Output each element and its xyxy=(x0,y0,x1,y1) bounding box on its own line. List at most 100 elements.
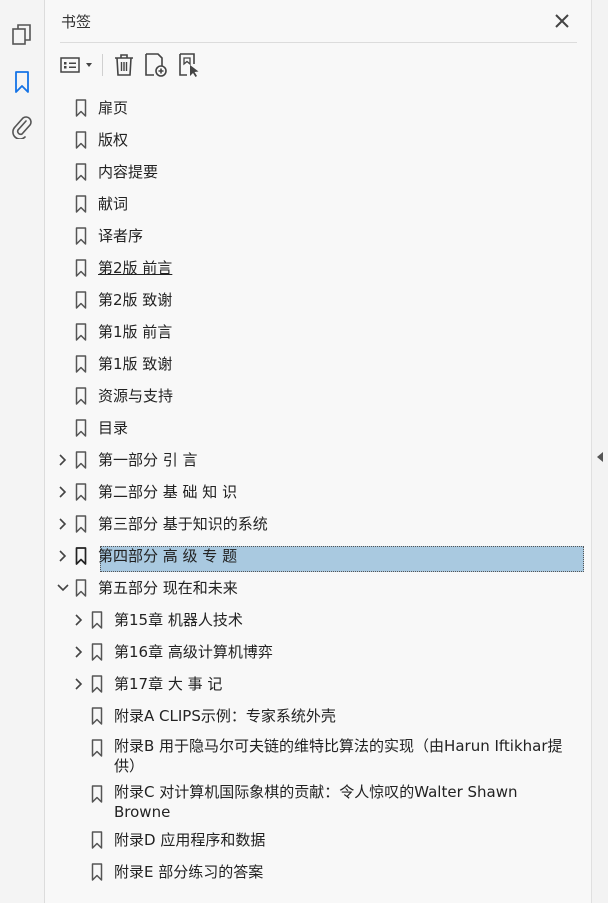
collapse-chevron-icon[interactable] xyxy=(56,578,70,598)
bookmark-label: 版权 xyxy=(98,131,129,149)
bookmark-item[interactable]: 版权 xyxy=(45,124,591,156)
bookmark-item[interactable]: 第1版 致谢 xyxy=(45,348,591,380)
bookmark-icon xyxy=(74,386,88,406)
bookmark-item[interactable]: 第1版 前言 xyxy=(45,316,591,348)
bookmark-item[interactable]: 献词 xyxy=(45,188,591,220)
bookmark-icon xyxy=(74,578,88,598)
bookmark-label: 附录D 应用程序和数据 xyxy=(114,831,266,849)
bookmark-item[interactable]: 附录C 对计算机国际象棋的贡献：令人惊叹的Walter Shawn Browne xyxy=(45,778,591,824)
expand-chevron-icon[interactable] xyxy=(56,450,70,470)
panel-title: 书签 xyxy=(61,13,92,31)
bookmark-label: 第15章 机器人技术 xyxy=(114,611,243,629)
bookmark-icon xyxy=(74,194,88,214)
bookmark-label: 扉页 xyxy=(98,99,129,117)
expand-chevron-icon[interactable] xyxy=(72,674,86,694)
bookmark-from-structure-icon xyxy=(179,53,199,77)
bookmark-item[interactable]: 目录 xyxy=(45,412,591,444)
bookmark-icon xyxy=(74,322,88,342)
bookmark-icon xyxy=(90,862,104,882)
bookmark-item[interactable]: 译者序 xyxy=(45,220,591,252)
bookmark-label: 第五部分 现在和未来 xyxy=(98,579,238,597)
bookmark-label: 第1版 前言 xyxy=(98,323,173,341)
bookmark-label: 附录B 用于隐马尔可夫链的维特比算法的实现（由Harun Iftikhar提供） xyxy=(114,737,563,775)
delete-bookmark-button[interactable] xyxy=(109,51,139,79)
collapse-arrow-icon[interactable] xyxy=(597,452,603,462)
bookmark-icon xyxy=(74,514,88,534)
bookmark-label: 第二部分 基 础 知 识 xyxy=(98,483,238,501)
bookmark-icon xyxy=(74,482,88,502)
close-panel-button[interactable] xyxy=(551,10,573,32)
bookmark-label: 第17章 大 事 记 xyxy=(114,675,223,693)
bookmark-item[interactable]: 内容提要 xyxy=(45,156,591,188)
add-bookmark-icon xyxy=(145,53,167,77)
divider xyxy=(60,42,577,43)
bookmark-item[interactable]: 第五部分 现在和未来 xyxy=(45,572,591,604)
bookmark-icon xyxy=(74,290,88,310)
bookmarks-toolbar xyxy=(60,50,207,80)
trash-icon xyxy=(115,54,133,76)
bookmark-icon xyxy=(90,830,104,850)
bookmark-icon xyxy=(74,418,88,438)
bookmark-item[interactable]: 附录E 部分练习的答案 xyxy=(45,856,591,888)
expand-chevron-icon[interactable] xyxy=(72,610,86,630)
bookmark-icon xyxy=(90,674,104,694)
bookmark-label: 第1版 致谢 xyxy=(98,355,173,373)
bookmark-tree: 扉页版权内容提要献词译者序第2版 前言 第2版 致谢 第1版 前言 第1版 致谢 资源与… xyxy=(45,92,591,888)
toolbar-separator xyxy=(102,54,103,76)
expand-chevron-icon[interactable] xyxy=(56,514,70,534)
bookmark-icon xyxy=(74,226,88,246)
bookmark-label: 第四部分 高 级 专 题 xyxy=(98,547,238,565)
expand-chevron-icon[interactable] xyxy=(72,642,86,662)
bookmark-item[interactable]: 附录A CLIPS示例：专家系统外壳 xyxy=(45,700,591,732)
bookmark-item[interactable]: 附录B 用于隐马尔可夫链的维特比算法的实现（由Harun Iftikhar提供） xyxy=(45,732,591,778)
bookmark-label: 资源与支持 xyxy=(98,387,174,405)
bookmark-item[interactable]: 第一部分 引 言 xyxy=(45,444,591,476)
bookmark-label: 附录C 对计算机国际象棋的贡献：令人惊叹的Walter Shawn Browne xyxy=(114,783,518,821)
bookmark-icon xyxy=(90,642,104,662)
bookmark-item[interactable]: 第二部分 基 础 知 识 xyxy=(45,476,591,508)
options-menu-button[interactable] xyxy=(60,51,98,79)
bookmarks-icon[interactable] xyxy=(8,68,36,96)
bookmark-label: 内容提要 xyxy=(98,163,159,181)
bookmark-item[interactable]: 第2版 前言 xyxy=(45,252,591,284)
bookmark-item[interactable]: 扉页 xyxy=(45,92,591,124)
close-icon xyxy=(555,14,569,28)
bookmark-item[interactable]: 第四部分 高 级 专 题 xyxy=(45,540,591,572)
bookmark-item[interactable]: 第三部分 基于知识的系统 xyxy=(45,508,591,540)
bookmark-icon xyxy=(74,258,88,278)
expand-chevron-icon[interactable] xyxy=(56,482,70,502)
bookmark-icon xyxy=(74,98,88,118)
bookmark-label: 第16章 高级计算机博弈 xyxy=(114,643,273,661)
bookmark-item[interactable]: 第2版 致谢 xyxy=(45,284,591,316)
expand-chevron-icon[interactable] xyxy=(56,546,70,566)
bookmark-label: 译者序 xyxy=(98,227,144,245)
bookmark-item[interactable]: 第15章 机器人技术 xyxy=(45,604,591,636)
bookmark-label: 第2版 前言 xyxy=(98,259,173,277)
left-nav-bar xyxy=(0,0,45,903)
options-icon xyxy=(60,57,92,73)
bookmark-icon xyxy=(90,610,104,630)
panel-collapse-strip[interactable] xyxy=(591,0,608,903)
bookmark-item[interactable]: 资源与支持 xyxy=(45,380,591,412)
bookmark-icon xyxy=(74,546,88,566)
bookmark-item[interactable]: 第17章 大 事 记 xyxy=(45,668,591,700)
bookmark-icon xyxy=(74,130,88,150)
bookmark-icon xyxy=(90,784,104,804)
bookmark-label: 附录A CLIPS示例：专家系统外壳 xyxy=(114,707,336,725)
bookmark-icon xyxy=(90,706,104,726)
bookmark-label: 第2版 致谢 xyxy=(98,291,173,309)
attachments-icon[interactable] xyxy=(8,113,36,141)
bookmark-from-structure-button[interactable] xyxy=(173,51,207,79)
bookmark-icon xyxy=(74,354,88,374)
bookmark-icon xyxy=(90,738,104,758)
bookmark-label: 献词 xyxy=(98,195,129,213)
bookmark-icon xyxy=(74,450,88,470)
bookmark-item[interactable]: 附录D 应用程序和数据 xyxy=(45,824,591,856)
new-bookmark-button[interactable] xyxy=(139,51,173,79)
bookmark-label: 第一部分 引 言 xyxy=(98,451,198,469)
bookmark-item[interactable]: 第16章 高级计算机博弈 xyxy=(45,636,591,668)
bookmark-icon xyxy=(74,162,88,182)
bookmark-label: 目录 xyxy=(98,419,129,437)
bookmark-label: 附录E 部分练习的答案 xyxy=(114,863,264,881)
page-thumbnails-icon[interactable] xyxy=(8,21,36,49)
